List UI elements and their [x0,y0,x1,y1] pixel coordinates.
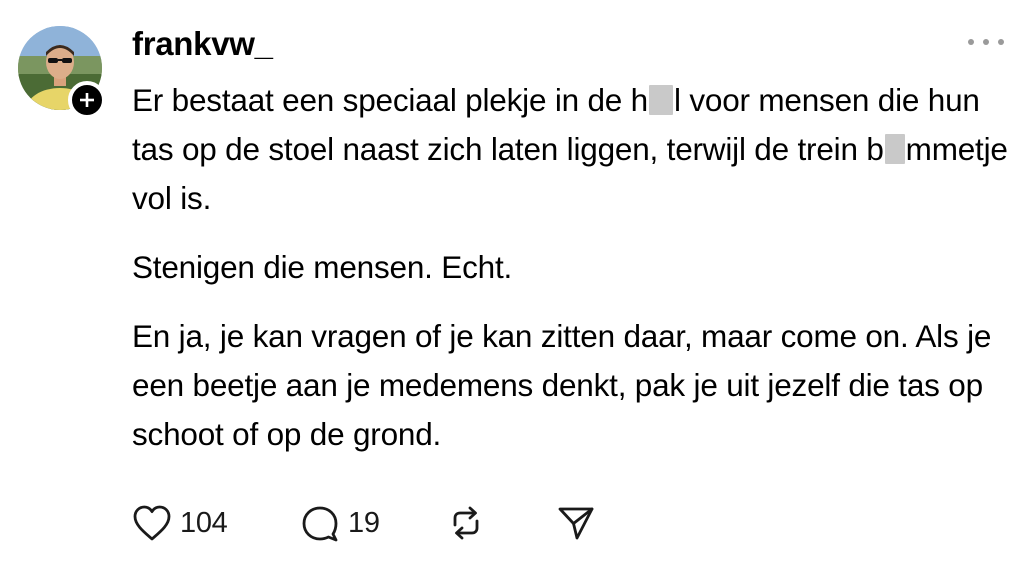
avatar-container [18,26,106,119]
post-paragraph: En ja, je kan vragen of je kan zitten da… [132,312,1012,459]
text-segment: Er bestaat een speciaal plekje in de h [132,82,648,118]
more-options-button[interactable] [968,28,1004,56]
send-icon [556,504,596,542]
reply-button[interactable]: 19 [300,504,446,542]
redacted-text [884,134,905,164]
repost-icon [446,504,486,542]
post-paragraph: Stenigen die mensen. Echt. [132,243,1012,292]
text-segment: En ja, je kan vragen of je kan zitten da… [132,318,992,452]
redacted-text [649,85,673,115]
more-horizontal-icon [968,39,974,45]
more-dot [998,39,1004,45]
comment-bubble-icon [300,504,340,542]
heart-icon [132,504,172,542]
text-segment: Stenigen die mensen. Echt. [132,249,513,285]
post-body: Er bestaat een speciaal plekje in de hl … [132,76,1012,459]
reply-count: 19 [348,506,380,539]
like-count: 104 [180,506,228,539]
plus-icon [79,92,95,108]
share-button[interactable] [556,504,606,542]
more-dot [983,39,989,45]
username[interactable]: frankvw_ [132,22,273,66]
post: frankvw_ Er bestaat een speciaal plekje … [0,0,1024,562]
repost-button[interactable] [446,504,556,542]
post-actions: 104 19 [132,498,606,548]
post-paragraph: Er bestaat een speciaal plekje in de hl … [132,76,1012,223]
follow-button[interactable] [68,81,106,119]
like-button[interactable]: 104 [132,504,300,542]
